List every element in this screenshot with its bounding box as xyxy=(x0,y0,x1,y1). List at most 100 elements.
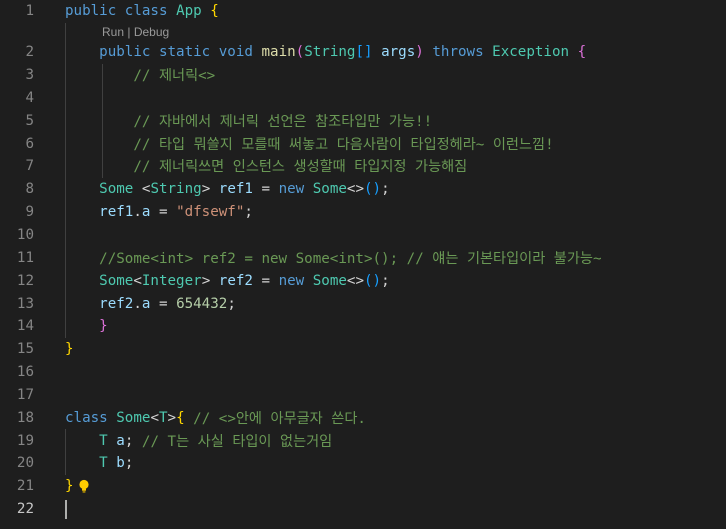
indent-guide xyxy=(65,223,66,247)
code-line[interactable]: 20 T b; xyxy=(0,452,726,475)
codelens-debug-link[interactable]: Debug xyxy=(134,25,169,39)
codelens-run-link[interactable]: Run xyxy=(102,25,124,39)
code-token: ref2 xyxy=(99,295,134,312)
code-text: T a; // T는 사실 타입이 없는거임 xyxy=(65,429,726,453)
code-line[interactable]: 13 ref2. a = 654432; xyxy=(0,292,726,315)
line-number: 4 xyxy=(25,89,34,106)
code-text: } xyxy=(65,338,726,361)
code-line[interactable]: 12 Some < Integer > ref2 = new Some <>(); xyxy=(0,269,726,293)
code-token: { xyxy=(577,44,587,61)
code-token: //Some<int> ref2 = new Some<int>(); // 얘… xyxy=(99,250,602,267)
code-token: Some xyxy=(312,272,347,289)
code-token: { xyxy=(176,409,185,426)
lightbulb-icon[interactable] xyxy=(76,478,92,494)
indent-guide xyxy=(65,429,66,453)
code-line[interactable]: 6 // 타입 뭐쓸지 모를때 써놓고 다음사람이 타입정헤라~ 이런느낌! xyxy=(0,132,726,156)
code-line[interactable]: 4 xyxy=(0,86,726,110)
code-token: <> xyxy=(346,181,365,198)
indent-guide xyxy=(102,132,103,156)
indent-guide xyxy=(65,22,66,41)
code-line[interactable]: 1 public class App { xyxy=(0,0,726,23)
code-token: T xyxy=(99,455,108,472)
code-token: App xyxy=(176,3,202,20)
code-editor[interactable]: 1 public class App {Run | Debug 2 public s… xyxy=(0,0,726,529)
code-line[interactable]: 22 xyxy=(0,498,726,521)
code-token: = xyxy=(252,272,279,289)
line-number: 22 xyxy=(16,501,34,518)
code-line[interactable]: 17 xyxy=(0,384,726,407)
code-token: < xyxy=(150,409,159,426)
code-token: Integer xyxy=(141,272,202,289)
indent-guide xyxy=(102,109,103,133)
code-text: } xyxy=(65,475,726,498)
code-token: } xyxy=(65,341,74,358)
code-token: public xyxy=(99,44,151,61)
code-line[interactable]: 2 public static void main(String[] args)… xyxy=(0,40,726,64)
code-line[interactable]: 14 } xyxy=(0,314,726,338)
indent-guide xyxy=(102,63,103,87)
line-number: 13 xyxy=(16,295,34,312)
code-text: ref1. a = "dfsewf"; xyxy=(65,200,726,224)
code-line[interactable]: 5 // 자바에서 제너릭 선언은 참조타입만 가능!! xyxy=(0,109,726,133)
code-line[interactable]: 18 class Some < T >{ // <>안에 아무글자 쓴다. xyxy=(0,406,726,429)
code-token: ) xyxy=(415,44,424,61)
line-number: 1 xyxy=(25,3,34,20)
code-line[interactable]: 8 Some < String > ref1 = new Some <>(); xyxy=(0,177,726,201)
code-token: Some xyxy=(99,272,134,289)
code-line[interactable]: 3 // 제너릭<> xyxy=(0,63,726,87)
line-number: 15 xyxy=(16,341,34,358)
line-number: 8 xyxy=(25,181,34,198)
code-token: String xyxy=(150,181,202,198)
code-token: args xyxy=(381,44,416,61)
code-text xyxy=(65,86,726,110)
code-line[interactable]: 15} xyxy=(0,338,726,361)
code-line[interactable]: 16 xyxy=(0,361,726,384)
indent-guide xyxy=(65,314,66,338)
code-line[interactable]: 7 // 제너릭쓰면 인스턴스 생성할때 타입지정 가능해짐 xyxy=(0,155,726,178)
code-token: () xyxy=(364,181,382,198)
code-line[interactable]: 9 ref1. a = "dfsewf"; xyxy=(0,200,726,224)
code-token: // 제너릭쓰면 인스턴스 생성할때 타입지정 가능해짐 xyxy=(133,159,468,176)
code-token: ( xyxy=(295,44,305,61)
code-line[interactable]: 21} xyxy=(0,475,726,498)
code-token: // 자바에서 제너릭 선언은 참조타입만 가능!! xyxy=(133,113,433,130)
code-line[interactable]: 11 //Some<int> ref2 = new Some<int>(); /… xyxy=(0,246,726,270)
line-number: 6 xyxy=(25,135,34,152)
indent-guide xyxy=(65,292,66,315)
code-text: ref2. a = 654432; xyxy=(65,292,726,315)
line-number: 20 xyxy=(16,455,34,472)
indent-guide xyxy=(65,86,66,110)
code-token: ref2 xyxy=(218,272,253,289)
indent-guide xyxy=(65,269,66,293)
code-token: () xyxy=(364,272,382,289)
indent-guide xyxy=(65,109,66,133)
code-line[interactable]: 10 xyxy=(0,223,726,247)
indent-guide xyxy=(65,63,66,87)
code-token: void xyxy=(218,44,253,61)
text-cursor xyxy=(65,500,67,519)
line-number: 2 xyxy=(25,44,34,61)
line-number: 3 xyxy=(25,67,34,84)
code-text: Some < String > ref1 = new Some <>(); xyxy=(65,177,726,201)
code-line[interactable]: 19 T a; // T는 사실 타입이 없는거임 xyxy=(0,429,726,453)
code-text: T b; xyxy=(65,452,726,475)
code-token: < xyxy=(133,181,151,198)
line-number: 9 xyxy=(25,204,34,221)
code-token: new xyxy=(278,181,305,198)
code-token: Exception xyxy=(492,44,570,61)
